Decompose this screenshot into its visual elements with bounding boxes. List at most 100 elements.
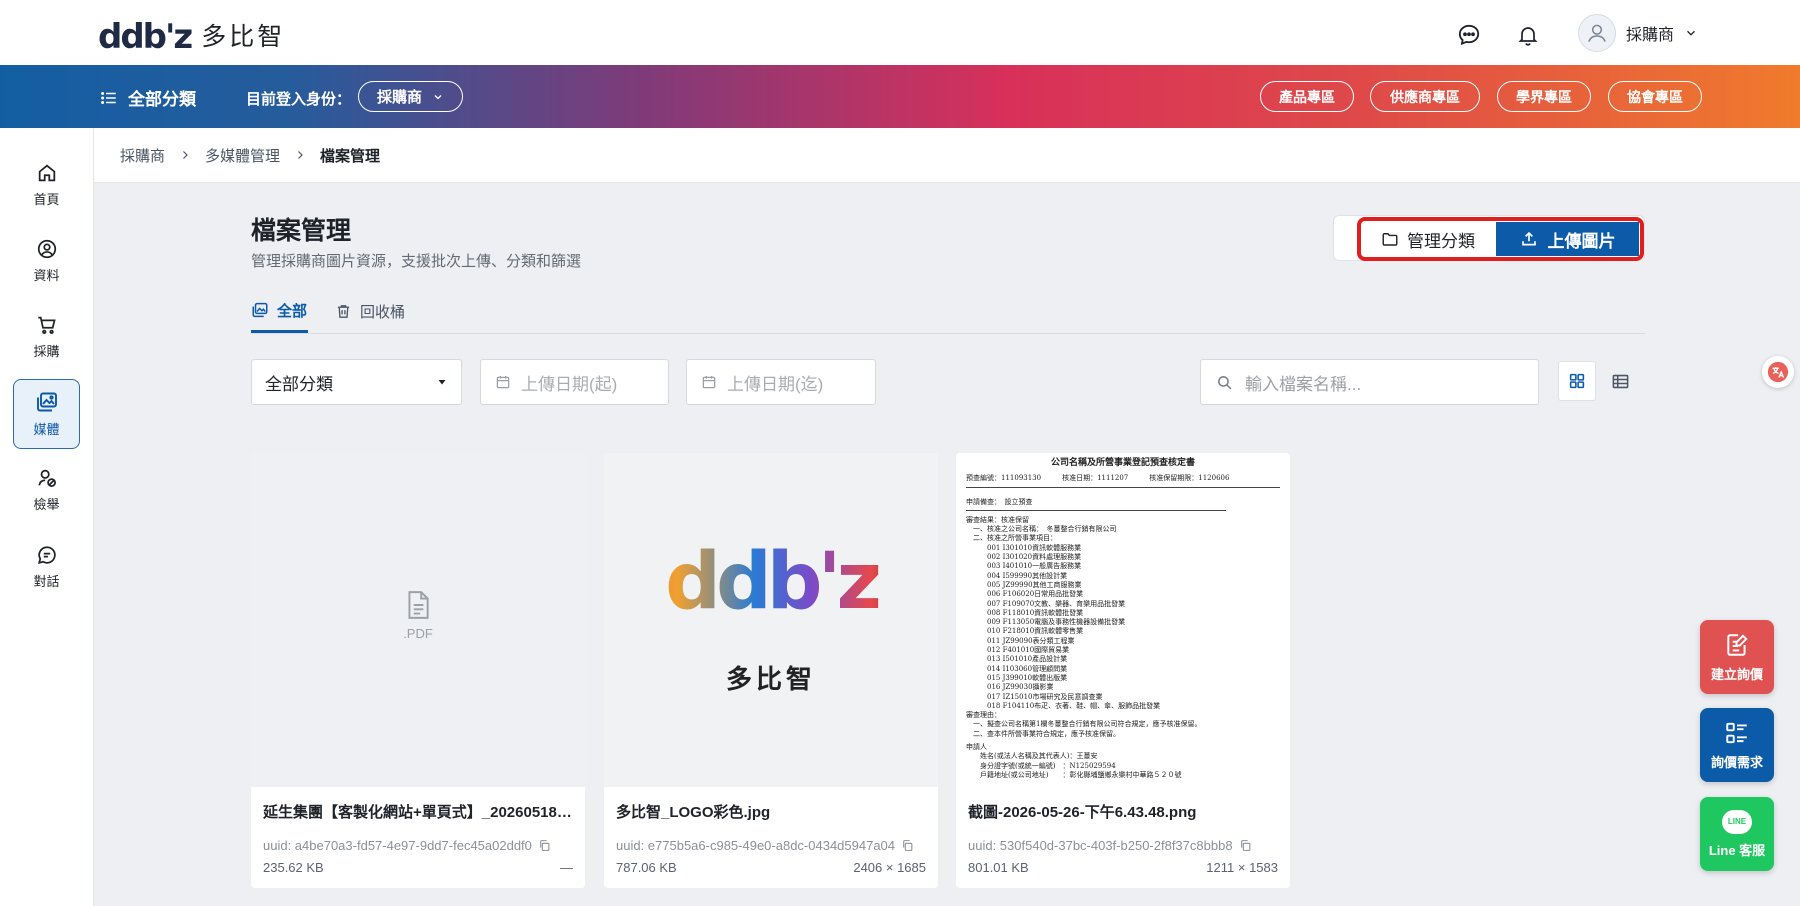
breadcrumb-chevron-icon [179, 149, 191, 161]
calendar-icon [702, 376, 716, 389]
doc-line: 007 F109070文教、樂器、育樂用品批發業 [966, 599, 1126, 608]
file-card[interactable]: ddb'z 多比智 多比智_LOGO彩色.jpg uuid: e775b5a6-… [604, 453, 938, 888]
file-thumbnail: ddb'z 多比智 [604, 453, 938, 787]
gallery-icon [252, 302, 268, 318]
file-name: 延生集團【客製化網站+單頁式】_20260518… [263, 804, 572, 821]
sidebar-item-label: 媒體 [33, 422, 60, 437]
upload-images-label: 上傳圖片 [1547, 231, 1616, 251]
search-placeholder: 輸入檔案名稱... [1245, 374, 1362, 394]
tab-all[interactable]: 全部 [251, 290, 308, 333]
document-title: 公司名稱及所營事業登記預查核定書 [1050, 458, 1195, 468]
file-size: 787.06 KB [616, 860, 677, 875]
doc-line: 015 J399010軟體出版業 [966, 673, 1068, 682]
line-badge-text: LINE [1727, 817, 1747, 826]
all-categories-label: 全部分類 [128, 90, 196, 109]
breadcrumb-link-buyer[interactable]: 採購商 [120, 145, 165, 166]
zone-academia-button[interactable]: 學界專區 [1497, 81, 1591, 112]
search-input[interactable]: 輸入檔案名稱... [1200, 359, 1539, 405]
file-dimensions: — [560, 860, 573, 875]
copy-icon[interactable] [901, 839, 914, 852]
chevron-down-icon [434, 94, 442, 99]
file-size: 801.01 KB [968, 860, 1029, 875]
doc-line: 二、核准之所營事業項目： [966, 534, 1057, 543]
file-thumbnail: 公司名稱及所營事業登記預查核定書 預查編號：111093130 核准日期：111… [956, 453, 1290, 787]
page-subtitle: 管理採購商圖片資源，支援批次上傳、分類和篩選 [251, 253, 582, 270]
zone-products-button[interactable]: 產品專區 [1260, 81, 1354, 112]
sidebar-item-media[interactable]: 媒體 [13, 379, 80, 449]
category-select[interactable]: 全部分類 [251, 359, 462, 405]
file-dimensions: 1211 × 1583 [1206, 860, 1278, 875]
doc-line: 一、擬查公司名稱第1欄冬蔓整合行銷有限公司符合規定，應予核准保留。 [966, 720, 1202, 729]
role-select[interactable]: 採購商 [358, 81, 463, 112]
category-banner: 全部分類 目前登入身份： 採購商 產品專區 供應商專區 學界專區 協會專區 [0, 65, 1800, 128]
list-icon [101, 91, 116, 104]
grid-view-button[interactable] [1558, 361, 1596, 401]
sidebar-item-home[interactable]: 首頁 [13, 150, 80, 220]
checklist-icon [1726, 722, 1747, 743]
doc-line: 審查理由： [966, 711, 1001, 720]
message-icon[interactable] [1453, 19, 1485, 51]
date-from-input[interactable]: 上傳日期(起) [480, 359, 669, 405]
doc-line: 009 F113050電腦及事務性機器設備批發業 [966, 618, 1126, 627]
doc-line: 008 F118010資訊軟體批發業 [966, 608, 1084, 617]
grid-icon [1569, 373, 1585, 389]
sidebar-item-label: 資料 [33, 268, 60, 283]
translate-button[interactable] [1762, 356, 1794, 388]
tab-recycle-bin[interactable]: 回收桶 [335, 290, 415, 333]
file-uuid-text: uuid: e775b5a6-c985-49e0-a8dc-0434d5947a… [616, 838, 896, 853]
upload-images-button[interactable]: 上傳圖片 [1496, 222, 1639, 256]
doc-line: 申請人 [966, 743, 987, 752]
manage-categories-button[interactable]: 管理分類 [1362, 222, 1494, 256]
file-uuid: uuid: e775b5a6-c985-49e0-a8dc-0434d5947a… [616, 838, 914, 853]
brand-logo[interactable]: ddb'z 多比智 [98, 20, 285, 54]
zone-suppliers-button[interactable]: 供應商專區 [1370, 81, 1480, 112]
all-categories-button[interactable]: 全部分類 [100, 85, 196, 110]
date-from-placeholder: 上傳日期(起) [521, 374, 618, 394]
doc-line: 001 I301010資訊軟體服務業 [966, 543, 1082, 552]
doc-line: 身分證字號(或統一編號) ：N125029594 [966, 761, 1116, 770]
doc-line: 申請備查： 設立預查 [966, 497, 1033, 506]
file-card[interactable]: .PDF 延生集團【客製化網站+單頁式】_20260518… uuid: a4b… [251, 453, 585, 888]
doc-line: 一、核准之公司名稱： 冬蔓整合行銷有限公司 [966, 525, 1117, 534]
table-icon [1612, 374, 1628, 388]
doc-line: 006 F106020日常用品批發業 [966, 590, 1084, 599]
copy-icon[interactable] [1239, 839, 1252, 852]
search-icon [1218, 375, 1232, 389]
sidebar-item-label: 檢舉 [33, 497, 60, 512]
copy-icon[interactable] [538, 839, 551, 852]
file-uuid: uuid: a4be70a3-fd57-4e97-9dd7-fec45a02dd… [263, 838, 551, 853]
logo-text: 多比智 [201, 22, 286, 51]
trash-icon [337, 305, 350, 318]
doc-line: 004 I599990其他設計業 [966, 571, 1068, 580]
sidebar-item-report[interactable]: 檢舉 [13, 455, 80, 525]
report-icon [37, 469, 56, 487]
chevron-down-icon [1687, 30, 1695, 36]
list-view-button[interactable] [1601, 361, 1639, 401]
doc-line: 011 JZ99090表分類工程業 [966, 636, 1075, 645]
zone-associations-button[interactable]: 協會專區 [1608, 81, 1702, 112]
doc-line: 018 F104110布疋、衣著、鞋、帽、傘、服飾品批發業 [966, 701, 1161, 710]
user-name: 採購商 [1626, 27, 1675, 44]
sidebar-item-procurement[interactable]: 採購 [13, 302, 80, 372]
document-icon [408, 591, 429, 619]
file-uuid-text: uuid: a4be70a3-fd57-4e97-9dd7-fec45a02dd… [263, 838, 532, 853]
home-icon [38, 164, 55, 182]
inquiry-needs-button[interactable]: 詢價需求 [1700, 708, 1774, 782]
breadcrumb-link-multimedia[interactable]: 多媒體管理 [205, 145, 280, 166]
page-title: 檔案管理 [251, 217, 352, 245]
role-value: 採購商 [376, 89, 422, 106]
logo-image-mark: ddb'z [604, 543, 938, 621]
line-support-button[interactable]: LINE Line 客服 [1700, 797, 1774, 871]
file-card[interactable]: 公司名稱及所營事業登記預查核定書 預查編號：111093130 核准日期：111… [956, 453, 1290, 888]
file-thumbnail: .PDF [251, 453, 585, 787]
doc-line: 003 I401010一般廣告服務業 [966, 562, 1082, 571]
user-menu[interactable]: 採購商 [1578, 14, 1698, 52]
date-to-input[interactable]: 上傳日期(迄) [686, 359, 876, 405]
file-name: 多比智_LOGO彩色.jpg [616, 804, 771, 821]
sidebar-item-profile[interactable]: 資料 [13, 226, 80, 296]
inquiry-needs-label: 詢價需求 [1710, 754, 1763, 770]
folder-icon [1382, 233, 1398, 246]
bell-icon[interactable] [1512, 19, 1544, 51]
sidebar-item-chat[interactable]: 對話 [13, 532, 80, 602]
create-inquiry-button[interactable]: 建立詢價 [1700, 620, 1774, 694]
